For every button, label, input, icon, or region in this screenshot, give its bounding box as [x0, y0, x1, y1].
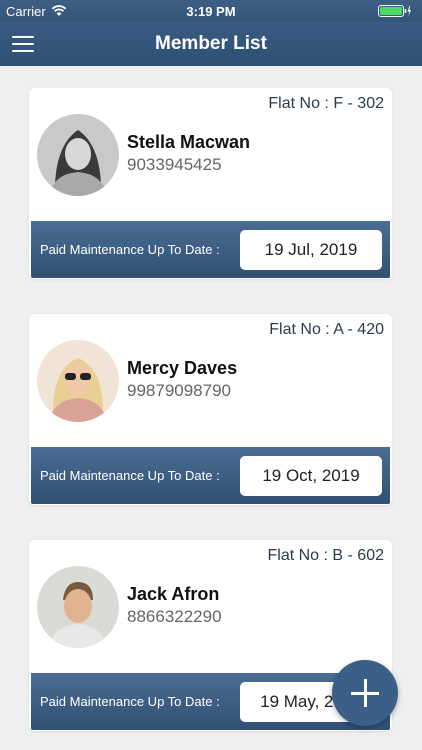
member-phone: 9033945425 — [127, 155, 222, 174]
flat-number: Flat No : B - 602 — [267, 547, 385, 564]
flat-number: Flat No : F - 302 — [268, 95, 384, 112]
maintenance-label: Paid Maintenance Up To Date : — [40, 468, 220, 483]
maintenance-date[interactable]: 19 Jul, 2019 — [240, 230, 382, 270]
maintenance-bar: Paid Maintenance Up To Date : 19 Jul, 20… — [31, 221, 390, 278]
avatar — [37, 114, 119, 196]
status-time: 3:19 PM — [186, 4, 236, 19]
status-bar: Carrier 3:19 PM — [0, 0, 422, 22]
member-card[interactable]: Flat No : F - 302 Stella Macwan 90339454… — [29, 88, 392, 279]
nav-bar: Member List — [0, 22, 422, 66]
member-name: Mercy Daves — [127, 358, 238, 378]
member-name: Stella Macwan — [127, 132, 251, 152]
add-member-button[interactable] — [332, 660, 398, 726]
battery-icon — [378, 5, 412, 20]
maintenance-bar: Paid Maintenance Up To Date : 19 Oct, 20… — [31, 447, 390, 504]
member-name: Jack Afron — [127, 584, 220, 604]
maintenance-date[interactable]: 19 Oct, 2019 — [240, 456, 382, 496]
member-phone: 8866322290 — [127, 607, 222, 626]
member-phone: 99879098790 — [127, 381, 232, 400]
member-card[interactable]: Flat No : A - 420 Mercy Daves 9987909879… — [29, 314, 392, 505]
avatar — [37, 566, 119, 648]
maintenance-label: Paid Maintenance Up To Date : — [40, 242, 220, 257]
page-title: Member List — [155, 33, 267, 54]
avatar — [37, 340, 119, 422]
maintenance-label: Paid Maintenance Up To Date : — [40, 694, 220, 709]
flat-number: Flat No : A - 420 — [269, 321, 384, 338]
